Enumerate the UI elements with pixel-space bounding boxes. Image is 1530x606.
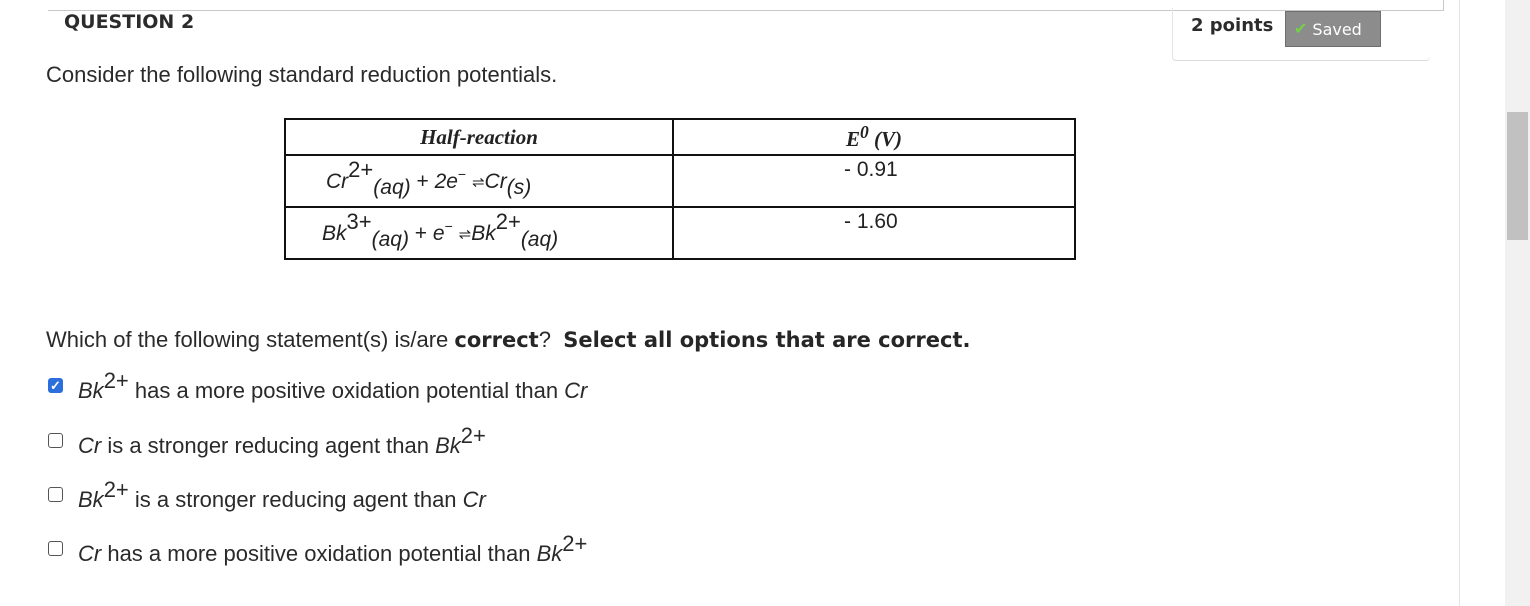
option-label: Cr is a stronger reducing agent than Bk2… xyxy=(78,423,486,458)
option-label: Bk2+ has a more positive oxidation poten… xyxy=(78,368,588,403)
table-header-row: Half-reaction E0 (V) xyxy=(284,118,1076,156)
table-row: Cr2+(aq) + 2e− ⇌Cr(s) - 0.91 xyxy=(284,154,1076,208)
half-reaction-cr: Cr2+(aq) + 2e− ⇌Cr(s) xyxy=(284,154,674,208)
question-title: QUESTION 2 xyxy=(64,11,195,33)
potential-cr: - 0.91 xyxy=(672,154,1076,208)
header-potential: E0 (V) xyxy=(672,118,1076,156)
potential-bk: - 1.60 xyxy=(672,206,1076,260)
checkbox-checked-icon[interactable]: ✓ xyxy=(48,378,63,393)
reduction-potentials-table: Half-reaction E0 (V) Cr2+(aq) + 2e− ⇌Cr(… xyxy=(284,118,1076,260)
table-row: Bk3+(aq) + e− ⇌Bk2+(aq) - 1.60 xyxy=(284,206,1076,260)
saved-label: Saved xyxy=(1312,19,1362,39)
header-half-reaction: Half-reaction xyxy=(284,118,674,156)
checkbox-empty-icon[interactable] xyxy=(48,487,63,502)
half-reaction-bk: Bk3+(aq) + e− ⇌Bk2+(aq) xyxy=(284,206,674,260)
saved-status: ✔ Saved xyxy=(1285,11,1381,47)
option-label: Cr has a more positive oxidation potenti… xyxy=(78,531,588,566)
points-label: 2 points xyxy=(1191,15,1274,36)
option-label: Bk2+ is a stronger reducing agent than C… xyxy=(78,477,486,512)
checkbox-empty-icon[interactable] xyxy=(48,541,63,556)
content-divider xyxy=(1459,0,1460,606)
scrollbar-thumb[interactable] xyxy=(1507,112,1528,240)
question-prompt: Which of the following statement(s) is/a… xyxy=(46,327,971,352)
question-top-rule-end xyxy=(1443,0,1444,11)
scrollbar-track[interactable] xyxy=(1505,0,1530,606)
checkmark-icon: ✔ xyxy=(1294,19,1308,38)
checkbox-empty-icon[interactable] xyxy=(48,433,63,448)
question-intro: Consider the following standard reductio… xyxy=(46,62,558,87)
